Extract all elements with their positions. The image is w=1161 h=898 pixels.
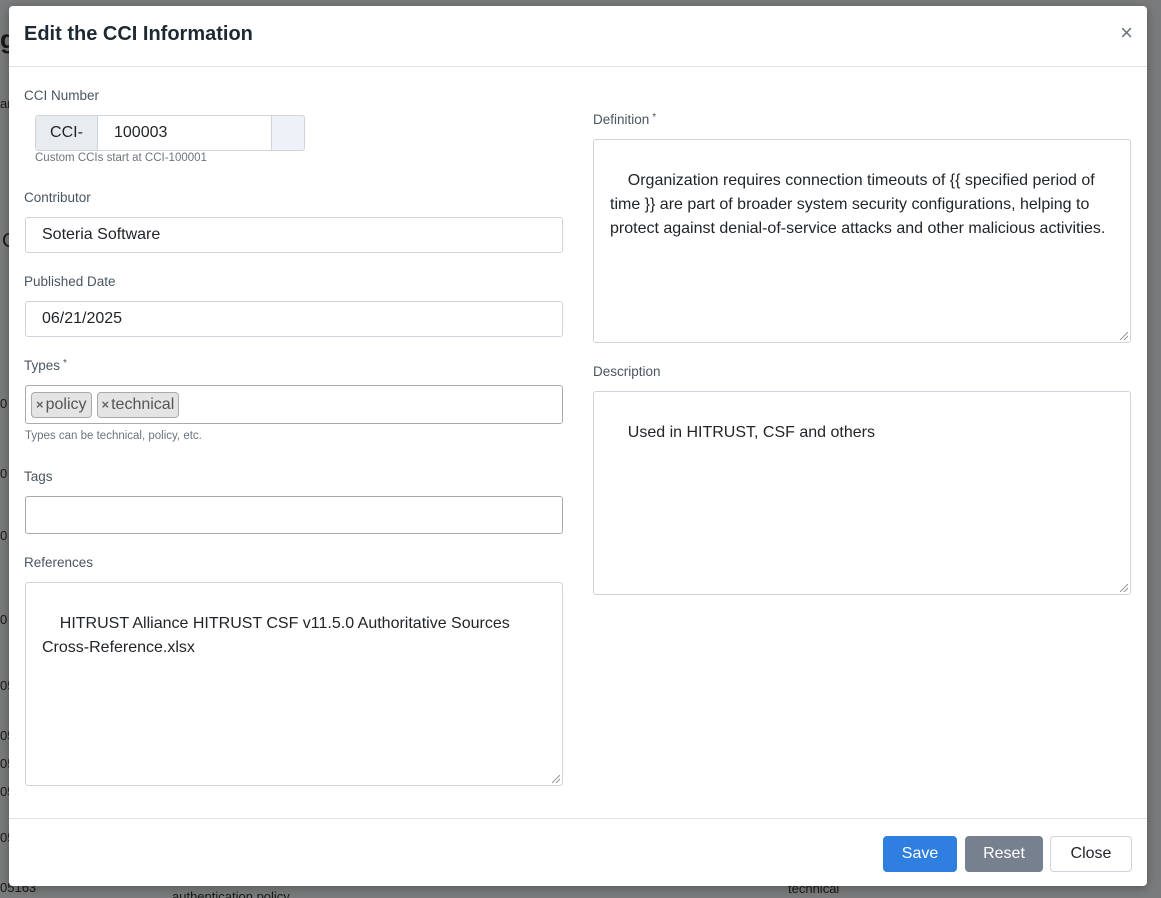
definition-label: Definition * bbox=[593, 112, 657, 127]
references-value: HITRUST Alliance HITRUST CSF v11.5.0 Aut… bbox=[42, 615, 515, 656]
description-value: Used in HITRUST, CSF and others bbox=[627, 424, 875, 441]
definition-value: Organization requires connection timeout… bbox=[610, 172, 1106, 237]
tags-label: Tags bbox=[24, 469, 53, 484]
types-hint: Types can be technical, policy, etc. bbox=[25, 430, 202, 442]
edit-cci-modal: Edit the CCI Information × CCI Number CC… bbox=[9, 6, 1147, 886]
references-textarea[interactable]: HITRUST Alliance HITRUST CSF v11.5.0 Aut… bbox=[25, 582, 563, 786]
resize-handle-icon[interactable] bbox=[552, 775, 560, 783]
description-textarea[interactable]: Used in HITRUST, CSF and others bbox=[593, 391, 1131, 595]
required-mark: * bbox=[63, 358, 67, 369]
save-button[interactable]: Save bbox=[883, 836, 957, 872]
cci-number-hint: Custom CCIs start at CCI-100001 bbox=[35, 152, 207, 164]
cci-number-input[interactable]: 100003 bbox=[97, 115, 272, 151]
contributor-value: Soteria Software bbox=[42, 226, 161, 243]
definition-textarea[interactable]: Organization requires connection timeout… bbox=[593, 139, 1131, 343]
cci-number-value: 100003 bbox=[114, 124, 168, 141]
description-label: Description bbox=[593, 364, 661, 379]
chip-label: technical bbox=[111, 395, 175, 413]
resize-handle-icon[interactable] bbox=[1120, 584, 1128, 592]
published-date-value: 06/21/2025 bbox=[42, 310, 123, 327]
published-date-label: Published Date bbox=[24, 274, 116, 289]
modal-footer: Save Reset Close bbox=[9, 818, 1147, 886]
remove-chip-icon[interactable]: × bbox=[36, 397, 44, 412]
close-button[interactable]: Close bbox=[1050, 836, 1132, 872]
chip-label: policy bbox=[45, 395, 87, 413]
close-icon[interactable]: × bbox=[1120, 22, 1133, 44]
types-multiselect[interactable]: × policy × technical bbox=[25, 385, 563, 424]
references-label: References bbox=[24, 555, 94, 570]
contributor-input[interactable]: Soteria Software bbox=[25, 217, 563, 253]
type-chip-policy: × policy bbox=[31, 391, 92, 418]
types-label: Types * bbox=[24, 358, 67, 373]
cci-number-label: CCI Number bbox=[24, 88, 100, 103]
remove-chip-icon[interactable]: × bbox=[102, 397, 110, 412]
published-date-input[interactable]: 06/21/2025 bbox=[25, 301, 563, 337]
contributor-label: Contributor bbox=[24, 190, 91, 205]
reset-button[interactable]: Reset bbox=[965, 836, 1043, 872]
required-mark: * bbox=[652, 112, 657, 123]
tags-input[interactable] bbox=[25, 496, 563, 534]
resize-handle-icon[interactable] bbox=[1120, 332, 1128, 340]
type-chip-technical: × technical bbox=[96, 391, 180, 418]
cci-prefix-addon: CCI- bbox=[35, 115, 98, 151]
modal-title: Edit the CCI Information bbox=[24, 23, 253, 45]
cci-suffix-addon bbox=[271, 115, 305, 151]
modal-header: Edit the CCI Information × bbox=[9, 6, 1147, 67]
